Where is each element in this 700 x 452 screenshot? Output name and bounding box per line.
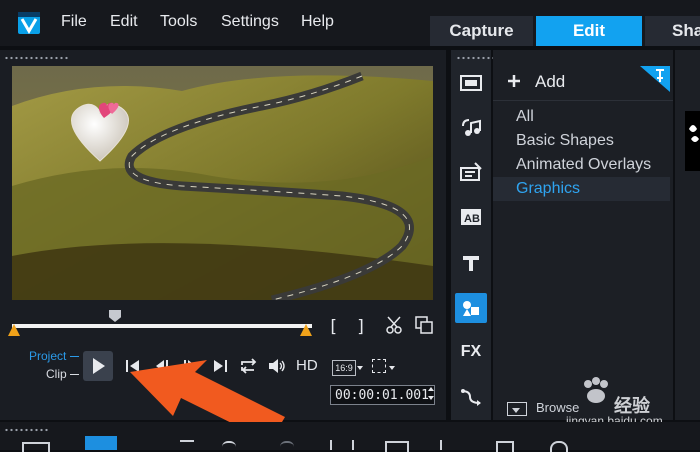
graphics-library-icon[interactable] (455, 293, 487, 323)
trim-start-handle[interactable] (8, 324, 20, 336)
pin-icon[interactable] (640, 66, 670, 92)
path-icon[interactable] (451, 382, 491, 412)
transition-icon[interactable]: AB (451, 202, 491, 232)
menu-settings[interactable]: Settings (221, 13, 279, 31)
video-preview (12, 66, 433, 300)
tab-capture[interactable]: Capture (430, 16, 533, 46)
toolbar-mask-icon[interactable] (496, 441, 514, 452)
hd-toggle[interactable]: HD (296, 357, 318, 377)
toolbar-record-icon[interactable] (385, 441, 409, 452)
panel-grip[interactable] (4, 56, 68, 60)
mode-clip[interactable]: Clip (46, 367, 67, 381)
play-button[interactable] (83, 351, 113, 381)
mode-project[interactable]: Project (29, 349, 66, 363)
toolbar-redo-icon[interactable] (280, 441, 294, 452)
tab-share[interactable]: Sha (645, 16, 700, 46)
paw-logo-icon (580, 376, 612, 411)
aspect-ratio-select[interactable]: 16:9 (332, 360, 356, 376)
trim-end-handle[interactable] (300, 324, 312, 336)
aspect-chevron-down-icon (357, 366, 363, 370)
library-item-all[interactable]: All (516, 108, 534, 126)
audio-library-icon[interactable] (451, 113, 491, 143)
menu-edit[interactable]: Edit (110, 13, 138, 31)
filter-fx-icon[interactable]: FX (451, 337, 491, 367)
safe-area-icon[interactable] (372, 359, 386, 373)
toolbar-grip[interactable] (4, 428, 48, 432)
toolbar-undo-icon[interactable] (222, 441, 236, 452)
menu-file[interactable]: File (61, 13, 87, 31)
mode-project-line (70, 356, 79, 357)
add-button[interactable]: Add (535, 72, 565, 92)
thumbnail-column (675, 50, 700, 420)
toolbar-split-icon[interactable] (440, 440, 458, 450)
mode-clip-line (70, 374, 79, 375)
timecode-up-icon[interactable] (428, 387, 434, 391)
app-logo-icon (18, 12, 40, 34)
instant-project-icon[interactable] (451, 157, 491, 187)
toolbar-storyboard-icon[interactable] (22, 442, 50, 452)
svg-text:AB: AB (464, 213, 480, 225)
scissors-icon[interactable] (386, 316, 404, 339)
title-icon[interactable] (451, 248, 491, 278)
safe-area-chevron-down-icon (389, 366, 395, 370)
graphic-thumbnail[interactable] (685, 111, 700, 171)
toolbar-tool-icon[interactable] (180, 440, 194, 452)
mark-out-button[interactable]: ] (356, 317, 366, 337)
browse-button[interactable]: Browse (536, 400, 579, 415)
library-panel (493, 50, 673, 420)
add-icon[interactable] (506, 73, 522, 94)
browse-chevron-down-icon (512, 408, 520, 413)
toolbar-active-tool[interactable] (85, 436, 117, 450)
library-item-graphics[interactable]: Graphics (516, 180, 580, 198)
library-item-animated-overlays[interactable]: Animated Overlays (516, 156, 651, 174)
enlarge-preview-icon[interactable] (415, 316, 433, 339)
media-library-icon[interactable] (451, 68, 491, 98)
toolbar-motion-icon[interactable] (550, 441, 568, 452)
rail-grip[interactable] (456, 56, 496, 60)
menu-help[interactable]: Help (301, 13, 334, 31)
timeline-scrubber[interactable] (12, 324, 312, 328)
play-icon (93, 358, 105, 374)
library-item-basic-shapes[interactable]: Basic Shapes (516, 132, 614, 150)
tab-edit[interactable]: Edit (536, 16, 642, 46)
toolbar-audio-mixer-icon[interactable] (330, 440, 354, 450)
timecode-down-icon[interactable] (428, 396, 434, 400)
timecode-field[interactable]: 00:00:01.001 (330, 385, 435, 405)
mark-in-button[interactable]: [ (328, 317, 338, 337)
menu-tools[interactable]: Tools (160, 13, 197, 31)
